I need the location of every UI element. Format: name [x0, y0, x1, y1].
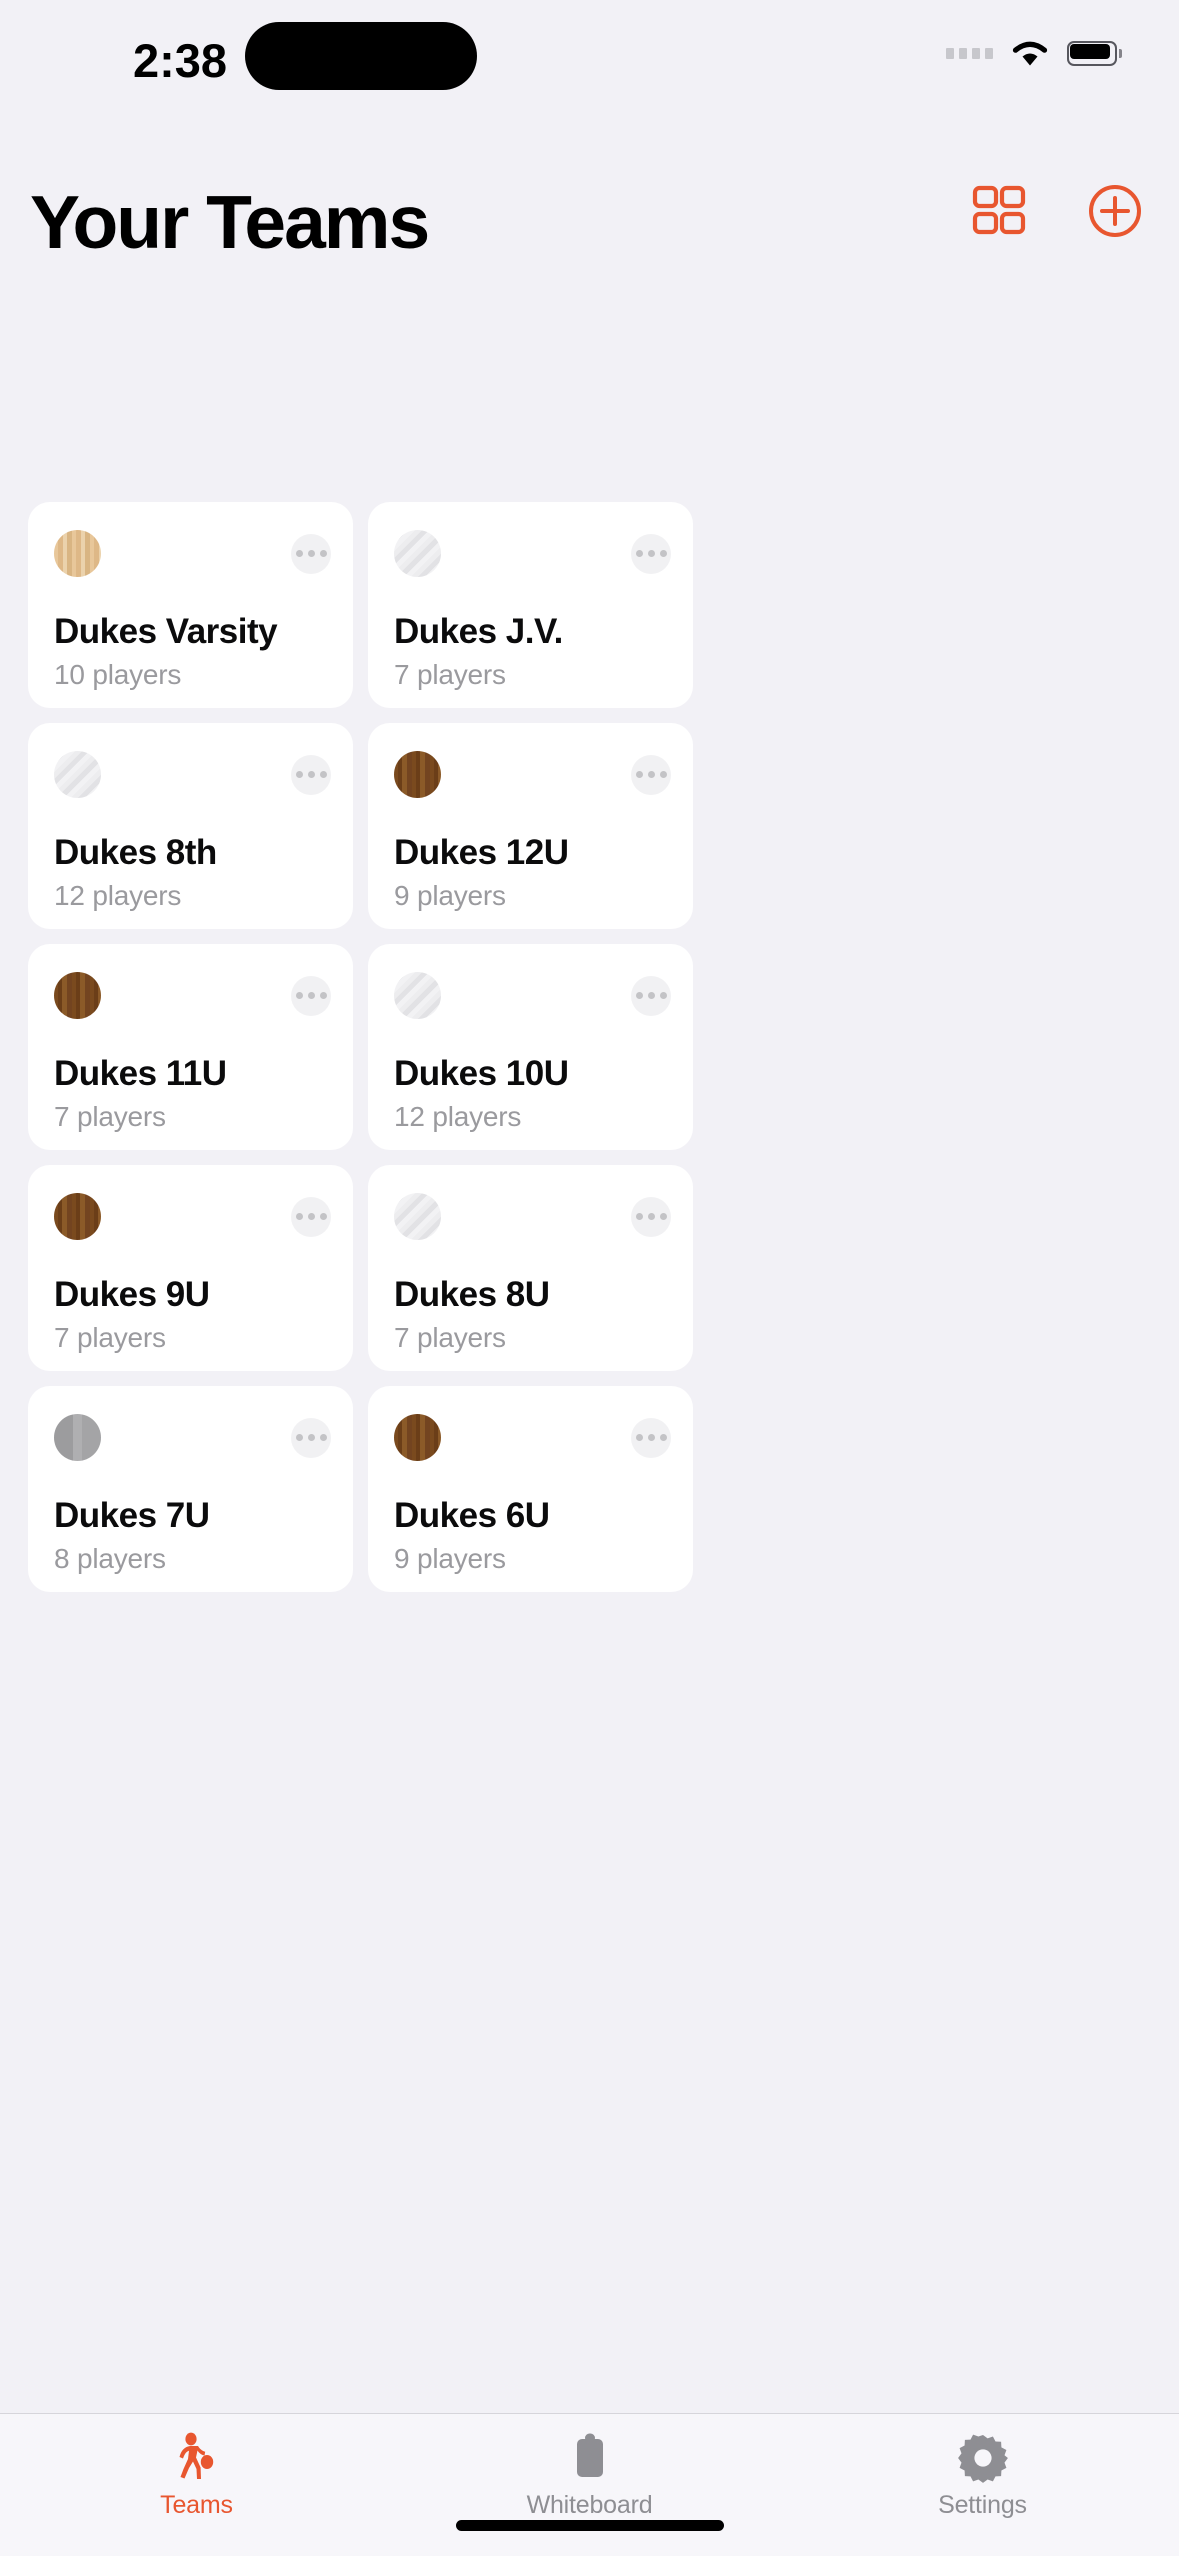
- team-avatar: [394, 1414, 441, 1461]
- dynamic-island: [245, 22, 477, 90]
- team-card-header: [394, 972, 671, 1019]
- team-player-count: 9 players: [394, 880, 506, 911]
- team-name: Dukes 11U: [54, 1054, 227, 1093]
- status-bar-indicators: [946, 38, 1122, 68]
- team-avatar: [54, 1414, 101, 1461]
- team-card[interactable]: Dukes J.V. 7 players: [368, 502, 693, 708]
- team-avatar: [54, 972, 101, 1019]
- team-player-count: 8 players: [54, 1543, 166, 1574]
- team-more-options-button[interactable]: [291, 1196, 331, 1237]
- cellular-dots-icon: [946, 47, 993, 59]
- team-name: Dukes 8th: [54, 833, 217, 872]
- team-card[interactable]: Dukes 7U 8 players: [28, 1386, 353, 1592]
- team-name: Dukes 6U: [394, 1496, 550, 1535]
- team-card-header: [394, 1414, 671, 1461]
- app-screen: 2:38 Your Teams Dukes Varsity 10 players…: [0, 0, 1179, 2556]
- team-card-header: [54, 751, 331, 798]
- tab-teams[interactable]: Teams: [47, 2432, 347, 2520]
- team-player-count: 7 players: [54, 1101, 166, 1132]
- team-name: Dukes Varsity: [54, 612, 278, 651]
- team-name: Dukes 12U: [394, 833, 569, 872]
- tab-label: Settings: [938, 2491, 1027, 2519]
- top-toolbar: [971, 183, 1143, 239]
- team-more-options-button[interactable]: [631, 1417, 671, 1458]
- team-more-options-button[interactable]: [291, 1417, 331, 1458]
- tab-label: Whiteboard: [526, 2491, 653, 2519]
- team-card[interactable]: Dukes 10U 12 players: [368, 944, 693, 1150]
- team-name: Dukes 7U: [54, 1496, 210, 1535]
- team-player-count: 7 players: [54, 1322, 166, 1353]
- team-avatar: [394, 972, 441, 1019]
- team-more-options-button[interactable]: [291, 975, 331, 1016]
- team-more-options-button[interactable]: [631, 533, 671, 574]
- gear-icon: [957, 2432, 1008, 2484]
- team-more-options-button[interactable]: [631, 754, 671, 795]
- team-name: Dukes J.V.: [394, 612, 563, 651]
- team-avatar: [54, 1193, 101, 1240]
- team-card-header: [54, 1193, 331, 1240]
- clipboard-icon: [567, 2432, 613, 2484]
- team-player-count: 9 players: [394, 1543, 506, 1574]
- team-name: Dukes 10U: [394, 1054, 569, 1093]
- team-card-header: [394, 530, 671, 577]
- basketball-player-icon: [172, 2432, 222, 2484]
- team-card[interactable]: Dukes Varsity 10 players: [28, 502, 353, 708]
- add-team-button[interactable]: [1087, 183, 1143, 239]
- team-card-header: [394, 751, 671, 798]
- plus-circle-icon: [1087, 183, 1143, 239]
- team-card[interactable]: Dukes 12U 9 players: [368, 723, 693, 929]
- status-bar: 2:38: [0, 0, 1179, 115]
- team-more-options-button[interactable]: [631, 975, 671, 1016]
- team-card[interactable]: Dukes 8U 7 players: [368, 1165, 693, 1371]
- team-player-count: 7 players: [394, 1322, 506, 1353]
- team-card[interactable]: Dukes 8th 12 players: [28, 723, 353, 929]
- team-card[interactable]: Dukes 9U 7 players: [28, 1165, 353, 1371]
- battery-icon: [1067, 40, 1122, 66]
- tab-label: Teams: [160, 2491, 233, 2519]
- team-card[interactable]: Dukes 11U 7 players: [28, 944, 353, 1150]
- team-more-options-button[interactable]: [631, 1196, 671, 1237]
- status-bar-time: 2:38: [132, 34, 228, 87]
- team-player-count: 12 players: [54, 880, 182, 911]
- team-player-count: 7 players: [394, 659, 506, 690]
- team-more-options-button[interactable]: [291, 533, 331, 574]
- team-more-options-button[interactable]: [291, 754, 331, 795]
- team-avatar: [54, 751, 101, 798]
- team-name: Dukes 9U: [54, 1275, 210, 1314]
- team-avatar: [394, 751, 441, 798]
- team-card-header: [394, 1193, 671, 1240]
- grid-view-button[interactable]: [971, 183, 1027, 239]
- team-avatar: [54, 530, 101, 577]
- team-name: Dukes 8U: [394, 1275, 550, 1314]
- team-player-count: 10 players: [54, 659, 182, 690]
- team-card-header: [54, 1414, 331, 1461]
- team-card-header: [54, 972, 331, 1019]
- team-grid: Dukes Varsity 10 players Dukes J.V. 7 pl…: [28, 502, 1151, 1592]
- page-title: Your Teams: [30, 180, 430, 264]
- team-avatar: [394, 530, 441, 577]
- wifi-icon: [1009, 38, 1051, 68]
- grid-view-icon: [971, 183, 1027, 239]
- tab-settings[interactable]: Settings: [833, 2432, 1133, 2520]
- team-avatar: [394, 1193, 441, 1240]
- tab-whiteboard[interactable]: Whiteboard: [440, 2432, 740, 2520]
- team-player-count: 12 players: [394, 1101, 522, 1132]
- bottom-tab-bar: Teams Whiteboard Settings: [0, 2413, 1179, 2556]
- team-card-header: [54, 530, 331, 577]
- team-card[interactable]: Dukes 6U 9 players: [368, 1386, 693, 1592]
- home-indicator: [455, 2520, 724, 2531]
